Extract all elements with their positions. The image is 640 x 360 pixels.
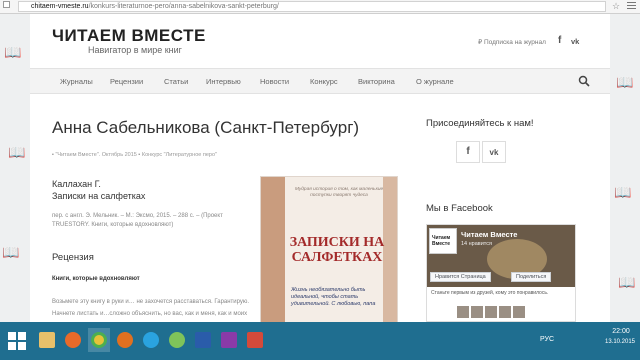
clock-time[interactable]: 22:00 [606,328,636,335]
facebook-like-button[interactable]: Нравится Страница [430,272,491,282]
facebook-page-thumbnail[interactable]: Читаем Вместе [429,228,457,254]
article-title: Анна Сабельникова (Санкт-Петербург) [52,118,360,137]
clock-date[interactable]: 13.10.2015 [602,339,638,345]
address-bar: chitaem-vmeste.ru/konkurs-literaturnoe-p… [0,0,640,14]
url-field[interactable]: chitaem-vmeste.ru/konkurs-literaturnoe-p… [18,1,606,12]
subscribe-label: Подписка на журнал [483,39,546,46]
avatar[interactable] [485,306,497,318]
facebook-button[interactable]: f [456,141,480,163]
facebook-likes-count: 14 нравится [461,241,492,247]
background-left: 📖 📖 📖 [0,14,30,322]
facebook-page-name[interactable]: Читаем Вместе [461,230,517,239]
nav-item-reviews[interactable]: Рецензии [110,77,143,86]
avatar[interactable] [499,306,511,318]
tray-lang[interactable]: РУС [540,336,554,343]
taskbar-firefox-icon[interactable] [114,328,136,352]
cover-handnote: Жизнь необязательно быть идеальной, чтоб… [291,287,376,307]
book-doodle-icon: 📖 [614,184,632,200]
page-icon [3,1,10,8]
taskbar-onenote-icon[interactable] [218,328,240,352]
article-meta: ▪ "Читаем Вместе". Октябрь 2015 ▪ Конкур… [52,152,217,158]
book-doodle-icon: 📖 [2,244,20,260]
taskbar-media-icon[interactable] [62,328,84,352]
facebook-share-label: Поделиться [516,274,547,280]
browser-menu-icon[interactable] [627,2,636,11]
publication-info: пер. с англ. Э. Мельник. – М.: Эксмо, 20… [52,213,223,228]
facebook-like-label: Нравится Страница [435,274,486,280]
nav-item-quiz[interactable]: Викторина [358,77,395,86]
taskbar-skype-icon[interactable] [140,328,162,352]
review-subheading: Книги, которые вдохновляют [52,276,140,282]
vk-icon[interactable]: vk [571,37,579,46]
nav-item-articles[interactable]: Статьи [164,77,188,86]
book-title: Записки на салфетках [52,191,146,201]
cover-tagline: Мудрая история о том, как маленькие пост… [294,187,384,198]
facebook-widget: Читаем Вместе Читаем Вместе 14 нравится … [426,224,576,322]
start-button[interactable] [8,332,26,350]
taskbar-cloud-icon[interactable] [166,328,188,352]
facebook-cover-image: Читаем Вместе Читаем Вместе 14 нравится … [427,225,575,287]
book-doodle-icon: 📖 [618,274,636,290]
nav-item-about[interactable]: О журнале [416,77,454,86]
taskbar-word-icon[interactable] [192,328,214,352]
book-doodle-icon: 📖 [616,74,634,90]
facebook-friends-text: Станьте первым из друзей, кому это понра… [431,290,549,296]
facebook-avatars [457,305,527,322]
meta-author[interactable]: "Читаем Вместе". Октябрь 2015 [55,152,136,158]
nav-item-contest[interactable]: Конкурс [310,77,338,86]
avatar[interactable] [513,306,525,318]
nav-item-journals[interactable]: Журналы [60,77,93,86]
taskbar-explorer-icon[interactable] [36,328,58,352]
nav-item-interviews[interactable]: Интервью [206,77,241,86]
subscribe-link[interactable]: ₽ Подписка на журнал [478,38,546,46]
taskbar-chrome-icon[interactable] [88,328,110,352]
avatar[interactable] [457,306,469,318]
taskbar: РУС 22:00 13.10.2015 [0,322,640,360]
book-cover-image: Мудрая история о том, как маленькие пост… [260,176,398,322]
search-icon[interactable] [578,75,590,87]
vk-icon: vk [489,148,499,157]
site-title[interactable]: ЧИТАЕМ ВМЕСТЕ [52,26,206,46]
background-right: 📖 📖 📖 [610,14,640,322]
book-author: Каллахан Г. [52,179,101,189]
taskbar-photo-icon[interactable] [244,328,266,352]
vk-button[interactable]: vk [482,141,506,163]
meta-category[interactable]: Конкурс "Литературное перо" [142,152,217,158]
bookmark-star-icon[interactable]: ☆ [612,1,620,12]
facebook-icon: f [466,146,470,157]
cover-title: ЗАПИСКИ НА САЛФЕТКАХ [289,235,385,265]
facebook-icon[interactable]: f [558,35,561,46]
main-nav: Журналы Рецензии Статьи Интервью Новости… [30,68,610,94]
join-heading: Присоединяйтесь к нам! [426,118,534,129]
review-body: Возьмете эту книгу в руки и… не захочетс… [52,299,250,317]
site-tagline: Навигатор в мире книг [88,45,182,55]
page: ЧИТАЕМ ВМЕСТЕ Навигатор в мире книг ₽ По… [30,14,610,322]
url-host: chitaem-vmeste.ru [31,3,89,10]
review-heading: Рецензия [52,252,94,263]
book-doodle-icon: 📖 [4,44,22,60]
nav-item-news[interactable]: Новости [260,77,289,86]
site-header: ЧИТАЕМ ВМЕСТЕ Навигатор в мире книг ₽ По… [30,14,610,68]
avatar[interactable] [471,306,483,318]
book-doodle-icon: 📖 [8,144,26,160]
facebook-heading: Мы в Facebook [426,203,493,214]
screen: chitaem-vmeste.ru/konkurs-literaturnoe-p… [0,0,640,360]
facebook-share-button[interactable]: Поделиться [511,272,552,282]
url-path: /konkurs-literaturnoe-pero/anna-sabelnik… [88,3,279,10]
